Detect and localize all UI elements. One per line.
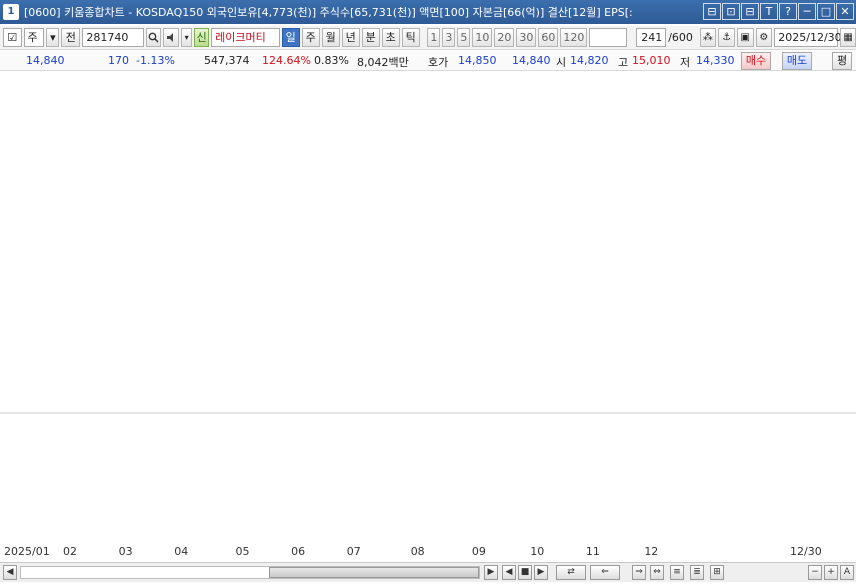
x-tick-label: 12/30 (790, 545, 822, 558)
maximize-icon[interactable]: □ (817, 3, 835, 20)
display-count-input[interactable]: 241 (636, 28, 667, 47)
scroll-left-icon[interactable]: ◀ (3, 565, 17, 580)
low-price: 14,330 (696, 54, 735, 67)
zoom-in-icon[interactable]: + (824, 565, 838, 580)
x-tick-label: 07 (347, 545, 361, 558)
x-tick-label: 11 (586, 545, 600, 558)
interval-30[interactable]: 30 (516, 28, 537, 47)
total-count: /600 (668, 31, 693, 44)
low-label: 저 (680, 56, 691, 69)
save-icon[interactable]: ▣ (736, 28, 754, 47)
help-icon[interactable]: ? (779, 3, 797, 20)
rewind-icon[interactable]: ◀ (502, 565, 516, 580)
search-icon[interactable] (145, 28, 162, 47)
current-price: 14,840 (26, 54, 65, 67)
zoom-out-icon[interactable]: − (808, 565, 822, 580)
stock-code-input[interactable]: 281740 (82, 28, 144, 47)
stock-chart[interactable]: 11,00012,00013,00014,00015,00016,00017,0… (0, 72, 856, 562)
window-controls: ⊟ ⊡ ⊟ T ? ─ □ ✕ (703, 3, 854, 20)
ask-price: 14,850 (458, 54, 497, 67)
period-year-tab[interactable]: 년 (341, 28, 360, 47)
checkbox-icon[interactable]: ☑ (3, 28, 22, 47)
volume-value: 547,374 (204, 54, 250, 67)
play-icon[interactable]: ▶ (534, 565, 548, 580)
x-tick-label: 04 (174, 545, 188, 558)
scroll-right-icon[interactable]: ▶ (484, 565, 498, 580)
period-month-tab[interactable]: 월 (321, 28, 340, 47)
period-tick-tab[interactable]: 틱 (401, 28, 420, 47)
x-tick-label: 06 (291, 545, 305, 558)
dropdown-arrow-icon[interactable]: ▾ (181, 28, 193, 47)
indicator-icon[interactable]: ⚓ (718, 28, 735, 47)
bars-icon[interactable]: ≡ (670, 565, 684, 580)
speaker-icon[interactable] (163, 28, 180, 47)
price-change: 170 (108, 54, 129, 67)
x-tick-label: 10 (530, 545, 544, 558)
interval-60[interactable]: 60 (538, 28, 559, 47)
minimize-icon[interactable]: ─ (798, 3, 816, 20)
bid-price: 14,840 (512, 54, 551, 67)
close-icon[interactable]: ✕ (836, 3, 854, 20)
chart-toolbar: ☑ 주 ▾ 전 281740 ▾ 신 레이크머티 일 주 월 년 분 초 틱 1… (0, 26, 856, 50)
sell-button[interactable]: 매도 (782, 52, 812, 70)
window-title: [0600] 키움종합차트 - KOSDAQ150 외국인보유[4,773(천)… (24, 6, 633, 19)
prev-button[interactable]: 전 (61, 28, 81, 47)
period-minute-tab[interactable]: 분 (361, 28, 380, 47)
link-icon[interactable]: ⊟ (703, 3, 721, 20)
slider-icon[interactable]: ⇄ (556, 565, 586, 580)
interval-5[interactable]: 5 (457, 28, 471, 47)
quote-row: 14,840 170 -1.13% 547,374 124.64% 0.83% … (0, 51, 856, 71)
date-input[interactable]: 2025/12/30 (774, 28, 842, 47)
window-number: 1 (3, 4, 19, 20)
text-icon[interactable]: T (760, 3, 778, 20)
interval-10[interactable]: 10 (472, 28, 493, 47)
interval-1[interactable]: 1 (427, 28, 441, 47)
period-week-tab[interactable]: 주 (301, 28, 320, 47)
period-second-tab[interactable]: 초 (381, 28, 400, 47)
open-price: 14,820 (570, 54, 609, 67)
high-label: 고 (618, 56, 629, 69)
x-tick-label: 12 (644, 545, 658, 558)
chevron-down-icon[interactable]: ▾ (46, 28, 60, 47)
interval-120[interactable]: 120 (560, 28, 588, 47)
expand-icon[interactable]: ⇔ (650, 565, 664, 580)
x-tick-label: 05 (235, 545, 249, 558)
x-tick-label: 02 (63, 545, 77, 558)
stop-icon[interactable]: ■ (518, 565, 532, 580)
settings-icon[interactable]: ⚙ (755, 28, 773, 47)
market-select[interactable]: 주 (23, 28, 45, 47)
grid-lines-icon[interactable]: ≣ (690, 565, 704, 580)
shrink-icon[interactable]: ⇒ (632, 565, 646, 580)
tile-icon[interactable]: ⊟ (741, 3, 759, 20)
x-tick-label: 09 (472, 545, 486, 558)
custom-interval-input[interactable] (589, 28, 627, 47)
window-titlebar: 1 [0600] 키움종합차트 - KOSDAQ150 외국인보유[4,773(… (0, 0, 856, 24)
bid-label: 호가 (428, 56, 449, 69)
auto-scale-icon[interactable]: A (840, 565, 854, 580)
layout-icon[interactable]: ⊞ (710, 565, 724, 580)
interval-20[interactable]: 20 (494, 28, 515, 47)
buy-button[interactable]: 매수 (741, 52, 771, 70)
slider-left-icon[interactable]: ⇐ (590, 565, 620, 580)
volume-ratio: 124.64% (262, 54, 311, 67)
lock-icon[interactable]: ⊡ (722, 3, 740, 20)
turnover-rate: 0.83% (314, 54, 349, 67)
balance-button[interactable]: 평 (832, 52, 852, 70)
x-tick-label: 03 (119, 545, 133, 558)
interval-3[interactable]: 3 (442, 28, 456, 47)
price-change-pct: -1.13% (136, 54, 175, 67)
candle-type-icon[interactable]: ⁂ (699, 28, 717, 47)
x-tick-label: 2025/01 (4, 545, 50, 558)
trade-amount: 8,042백만 (357, 56, 409, 69)
scroll-track[interactable] (20, 566, 480, 579)
stock-name-field: 레이크머티 (211, 28, 280, 47)
period-day-tab[interactable]: 일 (281, 28, 300, 47)
chart-scrollbar[interactable]: ◀ ▶ ◀ ■ ▶ ⇄ ⇐ ⇒ ⇔ ≡ ≣ ⊞ − + A (0, 562, 856, 582)
new-badge: 신 (194, 28, 210, 47)
high-price: 15,010 (632, 54, 671, 67)
open-label: 시 (556, 56, 567, 69)
calendar-icon[interactable]: ▦ (840, 28, 856, 47)
scroll-thumb[interactable] (269, 567, 479, 578)
x-tick-label: 08 (411, 545, 425, 558)
